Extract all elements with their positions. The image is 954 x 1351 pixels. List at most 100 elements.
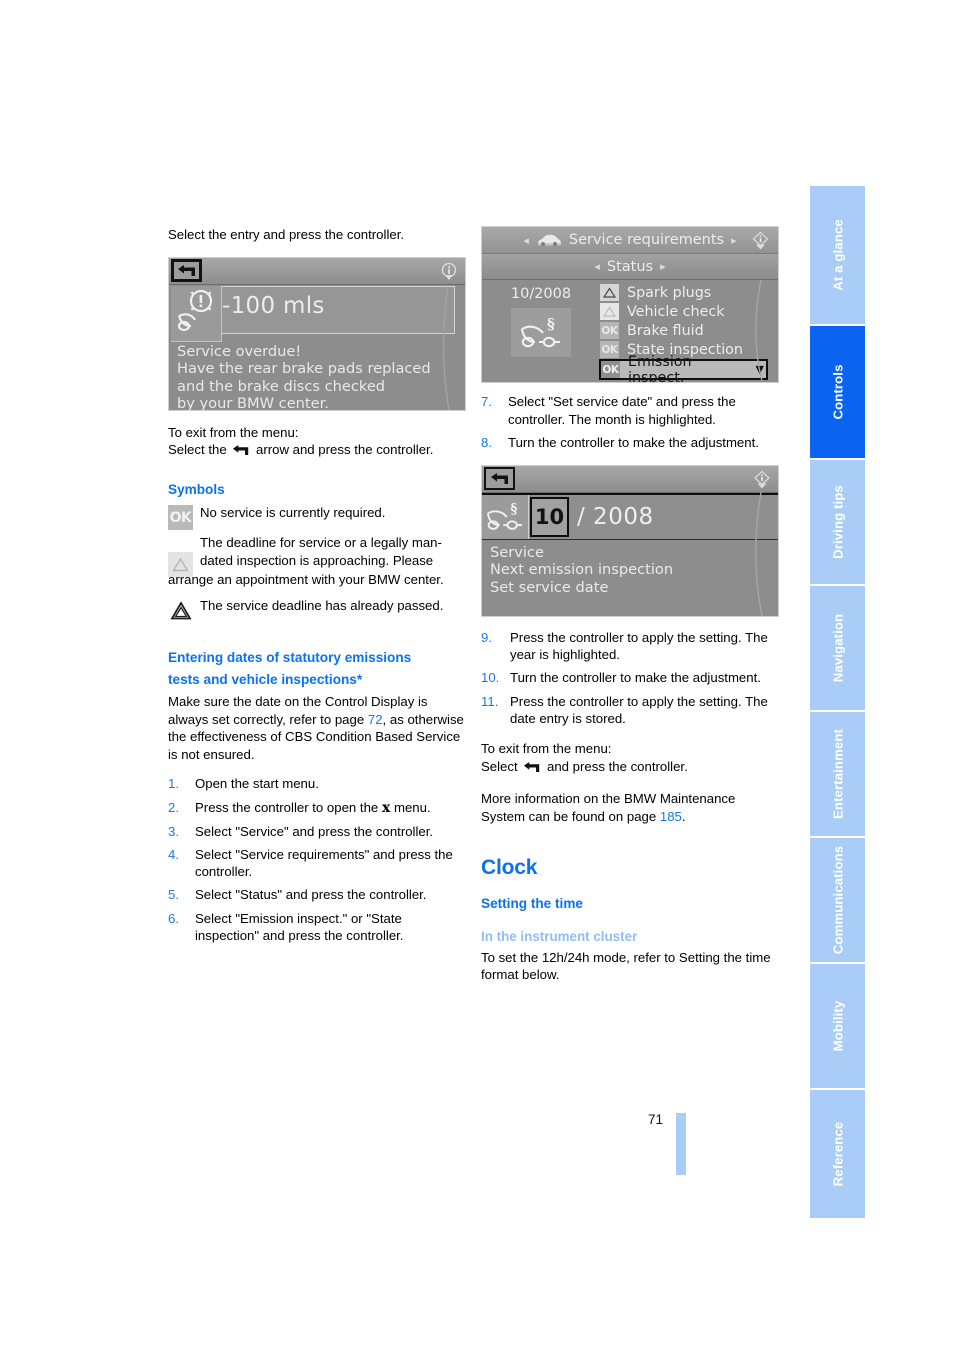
year-field[interactable]: / 2008: [577, 504, 654, 530]
inspection-icon-box-2: §: [482, 494, 529, 539]
page-link-185[interactable]: 185: [660, 809, 682, 824]
status-item-label: Emission inspect.: [628, 353, 692, 383]
instrument-cluster-text: To set the 12h/24h mode, refer to Settin…: [481, 949, 771, 983]
step-item-1: 1. Open the start menu.: [168, 775, 466, 793]
triangle-dark-glyph: [169, 600, 192, 619]
chevron-right-icon[interactable]: ▸: [731, 234, 737, 247]
step-number-7: 7.: [481, 394, 492, 409]
triangle-dark-mini-icon: [600, 284, 619, 301]
step-item-6: 6. Select "Emission inspect." or "State …: [168, 910, 466, 945]
exit-note-right-line-2: Select and press the controller.: [481, 758, 778, 778]
symbol-row-ok: OK No service is currently required.: [168, 504, 466, 532]
step-item-7: 7. Select "Set service date" and press t…: [481, 393, 778, 428]
intro-text: Select the entry and press the controlle…: [168, 227, 405, 242]
exit-note-right-prefix: Select: [481, 758, 518, 774]
step-number-5: 5.: [168, 887, 179, 903]
tab-mobility[interactable]: Mobility: [810, 964, 865, 1088]
status-list-item-selected[interactable]: OK Emission inspect. ▼: [599, 354, 768, 382]
ok-mini-icon: OK: [600, 341, 619, 358]
svg-text:§: §: [510, 501, 517, 517]
step-text-7: Select "Set service date" and press the …: [508, 394, 736, 427]
info-icon[interactable]: [440, 261, 458, 281]
instrument-cluster-heading: In the instrument cluster: [481, 929, 638, 945]
step-number-4: 4.: [168, 846, 179, 862]
status-list-item[interactable]: Spark plugs: [600, 283, 778, 302]
info-icon-3[interactable]: [753, 469, 771, 489]
info-icon-2[interactable]: [751, 230, 770, 254]
chevron-down-icon[interactable]: ▼: [756, 363, 764, 376]
step-number-10: 10.: [481, 670, 500, 686]
info-glyph: [441, 262, 457, 280]
page-marker-bar: [676, 1113, 686, 1175]
step-item-10: 10. Turn the controller to make the adju…: [481, 669, 778, 687]
brake-warning-icon-box: [171, 285, 222, 342]
symbol-warning-text-2: dated inspection is approaching. Please: [200, 552, 434, 568]
back-arrow-icon[interactable]: [171, 259, 202, 283]
more-info-part-a: More information on the BMW Maintenance …: [481, 791, 736, 825]
step-item-9: 9. Press the controller to apply the set…: [481, 629, 778, 664]
emissions-paragraph: Make sure the date on the Control Displa…: [168, 693, 466, 763]
step-text-9: Press the controller to apply the settin…: [510, 629, 768, 663]
step-number-6: 6.: [168, 910, 179, 926]
steps-7-8-list: 7. Select "Set service date" and press t…: [481, 393, 778, 451]
emissions-heading-line-2: tests and vehicle inspections*: [168, 671, 363, 687]
lcd-subtitle-bar: ◂ Status ▸: [482, 254, 778, 280]
step-text-3: Select "Service" and press the controlle…: [195, 823, 434, 839]
step-number-8: 8.: [481, 434, 492, 450]
step-text-8: Turn the controller to make the adjustme…: [508, 434, 759, 450]
steps-9-11-list: 9. Press the controller to apply the set…: [481, 629, 778, 728]
tab-controls[interactable]: Controls: [810, 326, 865, 458]
chevron-left-icon-sub[interactable]: ◂: [594, 260, 600, 273]
service-message-lines: Service overdue! Have the rear brake pad…: [177, 343, 459, 410]
tab-label: Reference: [830, 1121, 845, 1187]
status-list-item[interactable]: OK Brake fluid: [600, 321, 778, 340]
tab-entertainment[interactable]: Entertainment: [810, 712, 865, 836]
tab-at-a-glance[interactable]: At a glance: [810, 186, 865, 324]
info-i-inline-icon: x: [381, 799, 391, 816]
page-link-72[interactable]: 72: [368, 712, 383, 727]
exit-note-right-suffix: and press the controller.: [547, 758, 688, 774]
ok-mini-icon: OK: [601, 361, 620, 378]
tab-reference[interactable]: Reference: [810, 1090, 865, 1218]
tab-label: Navigation: [830, 613, 845, 683]
service-message-line-2: Have the rear brake pads replaced: [177, 360, 431, 378]
exit-note-line-1: To exit from the menu:: [168, 424, 299, 440]
context-line-1: Service: [490, 543, 544, 561]
setting-time-heading: Setting the time: [481, 895, 583, 911]
distance-value: -100 mls: [222, 292, 325, 319]
warning-triangle-light-icon: [168, 552, 193, 578]
figure-id-right-1: BMW 0072: [772, 341, 777, 368]
vehicle-inspection-icon-2: §: [486, 501, 523, 530]
symbol-ok-text: No service is currently required.: [200, 505, 386, 521]
step-item-4: 4. Select "Service requirements" and pre…: [168, 846, 466, 881]
lcd-title-bar: ◂ Service requirements ▸: [482, 227, 778, 254]
lcd-subtitle-text: Status: [606, 258, 654, 275]
back-arrow-icon-2[interactable]: [484, 467, 515, 491]
step-item-3: 3. Select "Service" and press the contro…: [168, 823, 466, 841]
symbol-warning-text-1: The deadline for service or a legally ma…: [200, 535, 442, 551]
back-arrow-glyph: [177, 265, 195, 277]
step-number-11: 11.: [481, 693, 499, 709]
emissions-heading-line-1: Entering dates of statutory emissions: [168, 650, 412, 666]
symbols-heading: Symbols: [168, 481, 225, 497]
triangle-light-mini-glyph: [603, 306, 616, 317]
month-field-highlighted[interactable]: 10: [530, 496, 569, 537]
chevron-left-icon[interactable]: ◂: [523, 234, 529, 247]
emissions-steps-list: 1. Open the start menu. 2. Press the con…: [168, 775, 466, 944]
symbol-row-approaching: The deadline for service or a legally ma…: [168, 534, 466, 578]
step-item-8: 8. Turn the controller to make the adjus…: [481, 434, 778, 452]
tab-label: Driving tips: [830, 485, 845, 559]
back-arrow-inline-icon-2: [523, 760, 541, 778]
status-item-list: Spark plugs Vehicle check OK Brake fluid: [599, 280, 778, 382]
tab-navigation[interactable]: Navigation: [810, 586, 865, 710]
symbol-warning-text-3: arrange an appointment with your BMW cen…: [168, 572, 444, 588]
context-line-3: Set service date: [490, 578, 609, 596]
tab-label: At a glance: [830, 219, 845, 291]
status-list-item[interactable]: Vehicle check: [600, 302, 778, 321]
lcd-top-bar: [169, 257, 465, 285]
step-number-3: 3.: [168, 823, 179, 839]
tab-communications[interactable]: Communications: [810, 838, 865, 962]
step-text-4: Select "Service requirements" and press …: [195, 846, 453, 880]
tab-driving-tips[interactable]: Driving tips: [810, 460, 865, 584]
chevron-right-icon-sub[interactable]: ▸: [660, 260, 666, 273]
